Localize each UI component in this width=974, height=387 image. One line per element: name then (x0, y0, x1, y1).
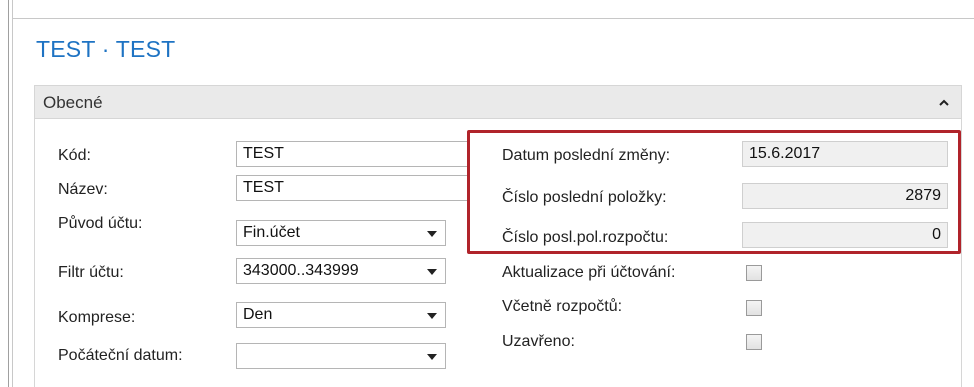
fasttab-general-label: Obecné (43, 93, 103, 112)
update-on-posting-label: Aktualizace při účtování: (502, 264, 676, 281)
name-field[interactable]: TEST (236, 175, 468, 201)
compression-value: Den (243, 306, 273, 323)
start-date-label: Počáteční datum: (58, 347, 183, 364)
dropdown-arrow-icon[interactable] (427, 313, 437, 319)
last-entry-field: 2879 (742, 183, 948, 209)
include-budget-label: Včetně rozpočtů: (502, 298, 623, 315)
compression-select[interactable]: Den (236, 302, 446, 328)
fasttab-general-header[interactable]: Obecné (34, 85, 962, 119)
start-date-select[interactable] (236, 343, 446, 369)
page-title: TEST · TEST (36, 36, 176, 62)
dropdown-arrow-icon[interactable] (427, 231, 437, 237)
dropdown-arrow-icon[interactable] (427, 354, 437, 360)
name-label: Název: (58, 181, 108, 198)
code-label: Kód: (58, 147, 91, 164)
dropdown-arrow-icon[interactable] (427, 269, 437, 275)
code-field[interactable]: TEST (236, 141, 468, 167)
blocked-checkbox[interactable] (746, 334, 762, 350)
top-divider (12, 18, 974, 19)
filter-select[interactable]: 343000..343999 (236, 258, 446, 284)
last-budget-entry-field: 0 (742, 222, 948, 248)
chevron-up-icon[interactable] (937, 95, 951, 109)
last-modified-label: Datum poslední změny: (502, 147, 671, 164)
last-entry-label: Číslo poslední položky: (502, 189, 667, 206)
filter-label: Filtr účtu: (58, 264, 124, 281)
origin-select[interactable]: Fin.účet (236, 220, 446, 246)
include-budget-checkbox[interactable] (746, 300, 762, 316)
last-modified-field: 15.6.2017 (742, 141, 948, 167)
window-edge (8, 0, 9, 387)
origin-label: Původ účtu: (58, 215, 143, 232)
update-on-posting-checkbox[interactable] (746, 265, 762, 281)
last-budget-entry-label: Číslo posl.pol.rozpočtu: (502, 229, 669, 246)
compression-label: Komprese: (58, 309, 136, 326)
window-edge-inner (12, 0, 13, 387)
blocked-label: Uzavřeno: (502, 333, 575, 350)
page-frame: TEST · TEST Obecné Kód: TEST Název: TEST… (0, 0, 974, 387)
filter-value: 343000..343999 (243, 262, 359, 279)
origin-value: Fin.účet (243, 224, 300, 241)
